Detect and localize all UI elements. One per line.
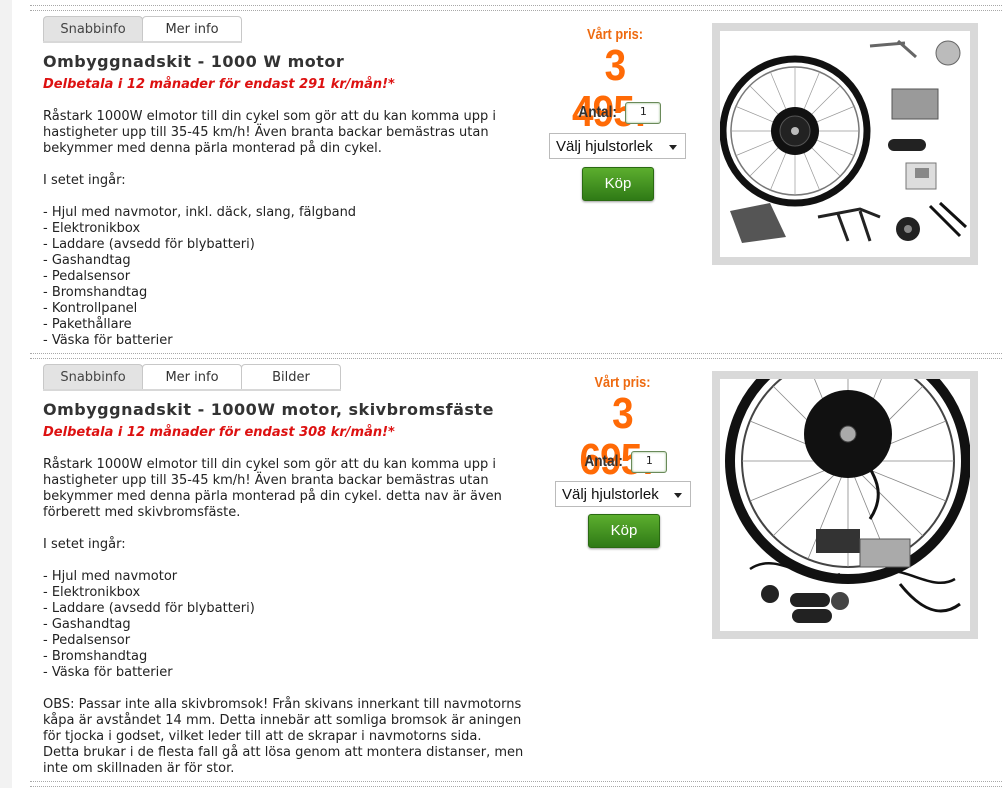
product-image-canvas (720, 31, 970, 257)
separator (30, 781, 1002, 787)
separator (30, 5, 1002, 11)
tab-bilder[interactable]: Bilder (241, 364, 341, 389)
buy-button[interactable]: Köp (588, 514, 660, 548)
tab-mer-info[interactable]: Mer info (142, 364, 242, 389)
quantity-label: Antal: (578, 104, 617, 121)
product-image[interactable] (712, 371, 978, 639)
separator (30, 353, 1002, 359)
product-list-page: Snabbinfo Mer info Ombyggnadskit - 1000 … (12, 0, 1002, 788)
product-title[interactable]: Ombyggnadskit - 1000 W motor (43, 52, 344, 71)
quantity-label: Antal: (584, 453, 623, 470)
tab-underline (43, 389, 341, 391)
quantity-input[interactable]: 1 (631, 451, 668, 473)
quantity-input[interactable]: 1 (625, 102, 662, 124)
tab-snabbinfo[interactable]: Snabbinfo (43, 364, 143, 389)
installment-offer[interactable]: Delbetala i 12 månader för endast 308 kr… (43, 425, 395, 440)
tab-snabbinfo[interactable]: Snabbinfo (43, 16, 143, 41)
product-image-canvas (720, 379, 970, 631)
buy-button[interactable]: Köp (582, 167, 654, 201)
wheel-size-select[interactable]: Välj hjulstorlek (549, 133, 686, 159)
wheel-size-select-value: Välj hjulstorlek (556, 138, 653, 155)
tab-mer-info[interactable]: Mer info (142, 16, 242, 41)
tab-underline (43, 41, 242, 43)
product-description: Råstark 1000W elmotor till din cykel som… (43, 457, 524, 776)
quantity-row: Antal: 1 (575, 102, 662, 124)
product-title[interactable]: Ombyggnadskit - 1000W motor, skivbromsfä… (43, 400, 494, 419)
installment-offer[interactable]: Delbetala i 12 månader för endast 291 kr… (43, 77, 395, 92)
ebike-kit-image (720, 39, 968, 243)
wheel-size-select[interactable]: Välj hjulstorlek (555, 481, 691, 507)
wheel-size-select-value: Välj hjulstorlek (562, 486, 659, 503)
chevron-down-icon (674, 493, 682, 498)
product-image[interactable] (712, 23, 978, 265)
product-description: Råstark 1000W elmotor till din cykel som… (43, 109, 497, 348)
quantity-row: Antal: 1 (581, 451, 668, 473)
ebike-kit-image (725, 379, 970, 623)
chevron-down-icon (669, 145, 677, 150)
